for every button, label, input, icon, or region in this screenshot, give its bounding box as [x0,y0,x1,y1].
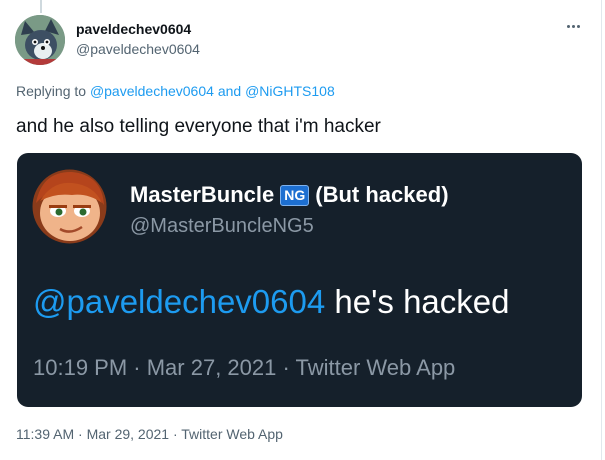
reply-mention-link[interactable]: @paveldechev0604 [90,83,214,99]
masterbuncle-avatar-icon [32,169,107,244]
thread-connector-line [40,0,42,13]
tweet-source[interactable]: Twitter Web App [181,426,283,442]
embedded-meta: 10:19 PM · Mar 27, 2021 · Twitter Web Ap… [33,355,456,380]
more-options-button[interactable] [562,18,584,34]
author-avatar[interactable] [15,15,65,65]
wolf-avatar-icon [15,15,65,65]
tweet-date[interactable]: Mar 29, 2021 [87,426,170,442]
embedded-name-text: MasterBuncle [130,182,275,207]
meta-separator: · [78,426,83,442]
embedded-tweet-text: @paveldechev0604 he's hacked [33,283,509,321]
embedded-body: he's hacked [334,283,510,320]
author-handle[interactable]: @paveldechev0604 [76,41,200,57]
meta-separator-2: · [172,426,178,442]
embedded-display-name: MasterBuncle NG (But hacked) [130,182,449,208]
replying-to-label: Replying to [16,83,87,99]
tweet-text: and he also telling everyone that i'm ha… [16,116,381,137]
tweet-meta: 11:39 AM · Mar 29, 2021 · Twitter Web Ap… [16,426,283,442]
reply-mention-link-2[interactable]: @NiGHTS108 [245,83,335,99]
more-horizontal-icon-dot [571,24,575,28]
author-display-name[interactable]: paveldechev0604 [76,21,191,37]
embedded-mention: @paveldechev0604 [33,283,326,320]
tweet-timestamp[interactable]: 11:39 AM [16,426,74,442]
embedded-handle: @MasterBuncleNG5 [130,215,314,237]
more-horizontal-icon [566,24,570,28]
embedded-name-suffix: (But hacked) [315,182,449,207]
replying-to-line: Replying to @paveldechev0604 and @NiGHTS… [16,83,335,99]
ng-badge-icon: NG [280,184,310,206]
reply-and-joiner[interactable]: and [218,83,241,99]
column-border [601,0,602,460]
embedded-screenshot-image[interactable]: MasterBuncle NG (But hacked) @MasterBunc… [17,153,582,407]
more-horizontal-icon-dot [576,24,580,28]
